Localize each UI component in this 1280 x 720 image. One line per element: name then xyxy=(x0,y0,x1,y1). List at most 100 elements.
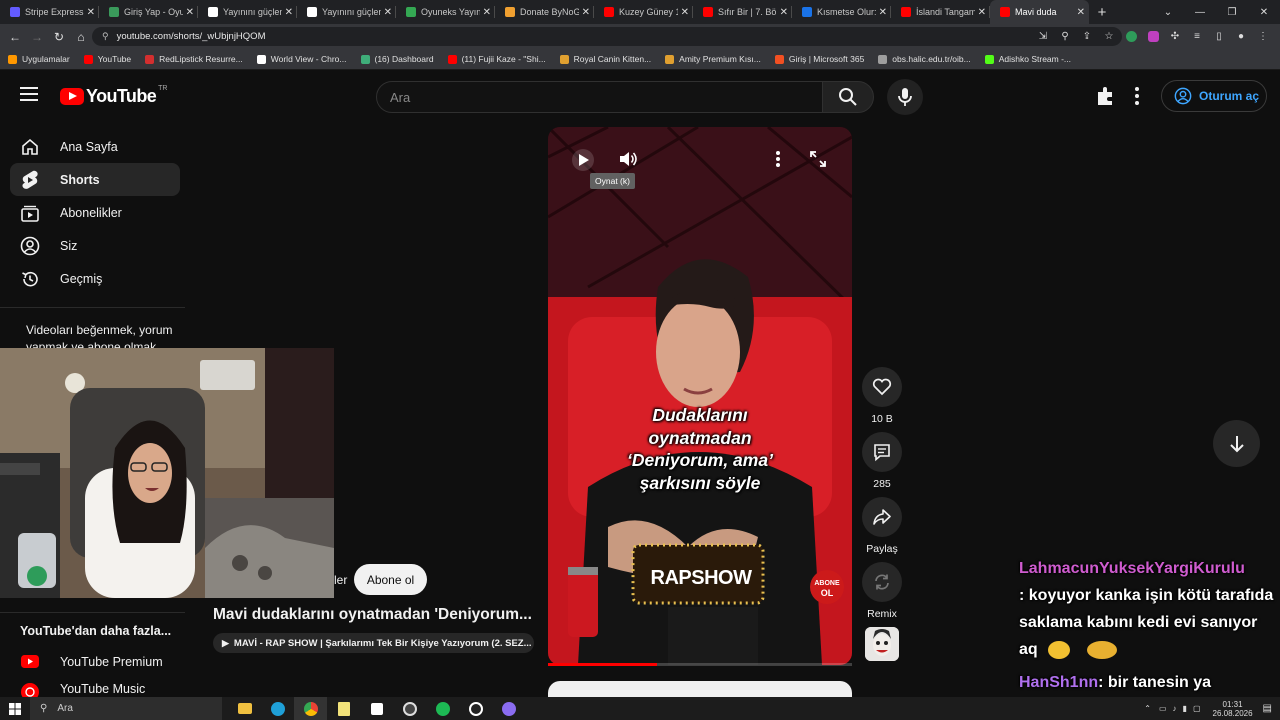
site-info-icon[interactable]: ⚲ xyxy=(102,31,109,42)
tab-close-icon[interactable]: ✕ xyxy=(780,7,788,18)
bookmark-item[interactable]: World View - Chro... xyxy=(256,54,347,64)
install-icon[interactable]: ⇲ xyxy=(1034,27,1052,45)
file-explorer-icon[interactable] xyxy=(228,697,261,720)
close-window-button[interactable]: ✕ xyxy=(1248,7,1280,18)
browser-tab[interactable]: Stripe Express ✕ xyxy=(0,0,99,24)
forward-icon[interactable]: → xyxy=(26,30,48,44)
bookmark-star-icon[interactable]: ☆ xyxy=(1100,27,1118,45)
tab-close-icon[interactable]: ✕ xyxy=(978,7,986,18)
search-button[interactable] xyxy=(822,81,874,113)
edge-icon[interactable] xyxy=(261,697,294,720)
notes-icon[interactable] xyxy=(327,697,360,720)
bookmark-item[interactable]: Adishko Stream -... xyxy=(984,54,1071,64)
bookmark-item[interactable]: Amity Premium Kısı... xyxy=(665,54,761,64)
home-button-icon[interactable]: ⌂ xyxy=(70,30,92,44)
browser-tab[interactable]: Mavi duda ✕ xyxy=(990,0,1089,24)
tab-close-icon[interactable]: ✕ xyxy=(384,7,392,18)
chrome-menu-icon[interactable]: ⋮ xyxy=(1254,27,1272,45)
share-button[interactable] xyxy=(862,497,902,537)
spotify-icon[interactable] xyxy=(426,697,459,720)
back-icon[interactable]: ← xyxy=(4,30,26,44)
play-button[interactable] xyxy=(572,149,594,171)
bookmark-item[interactable]: (16) Dashboard xyxy=(360,54,434,64)
bookmark-item[interactable]: RedLipstick Resurre... xyxy=(145,54,243,64)
volume-icon[interactable] xyxy=(618,149,638,169)
fullscreen-icon[interactable] xyxy=(809,150,827,168)
settings-dots-icon[interactable] xyxy=(1128,85,1146,107)
tray-overflow-icon[interactable]: ⌃ xyxy=(1144,704,1151,713)
display-icon[interactable]: ▢ xyxy=(1193,704,1201,713)
short-video-player[interactable]: Dudaklarını oynatmadan ‘Deniyorum, ama’ … xyxy=(548,127,852,665)
tab-close-icon[interactable]: ✕ xyxy=(186,7,194,18)
battery-icon[interactable]: ▮ xyxy=(1183,704,1187,713)
obs-studio-icon[interactable] xyxy=(459,697,492,720)
extensions-puzzle-icon[interactable]: ✣ xyxy=(1166,27,1184,45)
subscribe-button[interactable]: Abone ol xyxy=(354,564,427,595)
tab-close-icon[interactable]: ✕ xyxy=(1077,7,1085,18)
start-button[interactable] xyxy=(0,697,30,720)
browser-tab[interactable]: Oyuneks Yayınc ✕ xyxy=(396,0,495,24)
sidebar-item-you[interactable]: Siz xyxy=(10,229,180,262)
tab-close-icon[interactable]: ✕ xyxy=(681,7,689,18)
channel-avatar-thumbnail[interactable] xyxy=(865,627,899,661)
side-panel-icon[interactable]: ▯ xyxy=(1210,27,1228,45)
profile-icon[interactable]: ● xyxy=(1232,27,1250,45)
network-icon[interactable]: ▭ xyxy=(1159,704,1167,713)
reload-icon[interactable]: ↻ xyxy=(48,30,70,44)
bookmark-item[interactable]: Giriş | Microsoft 365 xyxy=(774,54,864,64)
bookmark-item[interactable]: obs.halic.edu.tr/oib... xyxy=(878,54,971,64)
share-icon[interactable]: ⇪ xyxy=(1078,27,1096,45)
playlist-link[interactable]: ▶ MAVİ - RAP SHOW | Şarkılarımı Tek Bir … xyxy=(213,633,534,653)
remix-button[interactable] xyxy=(862,562,902,602)
sidebar-item-youtube-premium[interactable]: YouTube Premium xyxy=(10,645,180,678)
sign-in-button[interactable]: Oturum aç xyxy=(1161,80,1267,112)
sound-icon[interactable]: ♪ xyxy=(1173,704,1177,713)
comments-button[interactable] xyxy=(862,432,902,472)
extension-create-icon[interactable] xyxy=(1094,85,1116,107)
browser-tab[interactable]: Yayınını güçlend✕ xyxy=(297,0,396,24)
tab-close-icon[interactable]: ✕ xyxy=(285,7,293,18)
tab-close-icon[interactable]: ✕ xyxy=(483,7,491,18)
minimize-button[interactable]: — xyxy=(1184,7,1216,18)
notifications-icon[interactable]: ▤ xyxy=(1263,703,1272,714)
extension-pink-icon[interactable] xyxy=(1144,27,1162,45)
chrome-icon[interactable] xyxy=(294,697,327,720)
reading-list-icon[interactable]: ≡ xyxy=(1188,27,1206,45)
zoom-icon[interactable]: ⚲ xyxy=(1056,27,1074,45)
browser-tab[interactable]: Yayınını güçlend✕ xyxy=(198,0,297,24)
next-short-button[interactable] xyxy=(1213,420,1260,467)
tab-close-icon[interactable]: ✕ xyxy=(582,7,590,18)
search-input[interactable]: Ara xyxy=(376,81,823,113)
restore-button[interactable]: ❐ xyxy=(1216,7,1248,18)
tab-search-icon[interactable]: ⌄ xyxy=(1152,7,1184,18)
bookmark-item[interactable]: Royal Canin Kitten... xyxy=(559,54,651,64)
like-button[interactable] xyxy=(862,367,902,407)
browser-tab[interactable]: Kuzey Güney 11✕ xyxy=(594,0,693,24)
new-tab-button[interactable]: + xyxy=(1089,0,1115,24)
browser-tab[interactable]: Donate ByNoGa✕ xyxy=(495,0,594,24)
browser-tab[interactable]: Giriş Yap - Oyun✕ xyxy=(99,0,198,24)
sidebar-item-shorts[interactable]: Shorts xyxy=(10,163,180,196)
obs-like-icon[interactable] xyxy=(393,697,426,720)
voice-search-button[interactable] xyxy=(887,79,923,115)
sidebar-item-home[interactable]: Ana Sayfa xyxy=(10,130,180,163)
url-field[interactable]: ⚲ youtube.com/shorts/_wUbjnjHQOM xyxy=(92,27,1122,46)
browser-tab[interactable]: İslandi Tangam ✕ xyxy=(891,0,990,24)
browser-tab[interactable]: Kısmetse Olur: A✕ xyxy=(792,0,891,24)
browser-tab[interactable]: Sıfır Bir | 7. Bölü✕ xyxy=(693,0,792,24)
bookmark-item[interactable]: Uygulamalar xyxy=(8,54,70,64)
short-title[interactable]: Mavi dudaklarını oynatmadan 'Deniyorum..… xyxy=(213,606,543,624)
tab-close-icon[interactable]: ✕ xyxy=(87,7,95,18)
dashboard-app-icon[interactable] xyxy=(360,697,393,720)
menu-hamburger-icon[interactable] xyxy=(20,87,38,101)
youtube-logo[interactable]: YouTube TR xyxy=(60,85,167,107)
video-progress-bar[interactable] xyxy=(548,663,852,666)
sidebar-item-subscriptions[interactable]: Abonelikler xyxy=(10,196,180,229)
taskbar-clock[interactable]: 01:31 26.08.2026 xyxy=(1213,700,1253,718)
video-more-options-icon[interactable] xyxy=(774,149,782,169)
extension-green-icon[interactable] xyxy=(1122,27,1140,45)
tab-close-icon[interactable]: ✕ xyxy=(879,7,887,18)
sidebar-item-history[interactable]: Geçmiş xyxy=(10,262,180,295)
discord-icon[interactable] xyxy=(492,697,525,720)
bookmark-item[interactable]: YouTube xyxy=(83,54,131,64)
